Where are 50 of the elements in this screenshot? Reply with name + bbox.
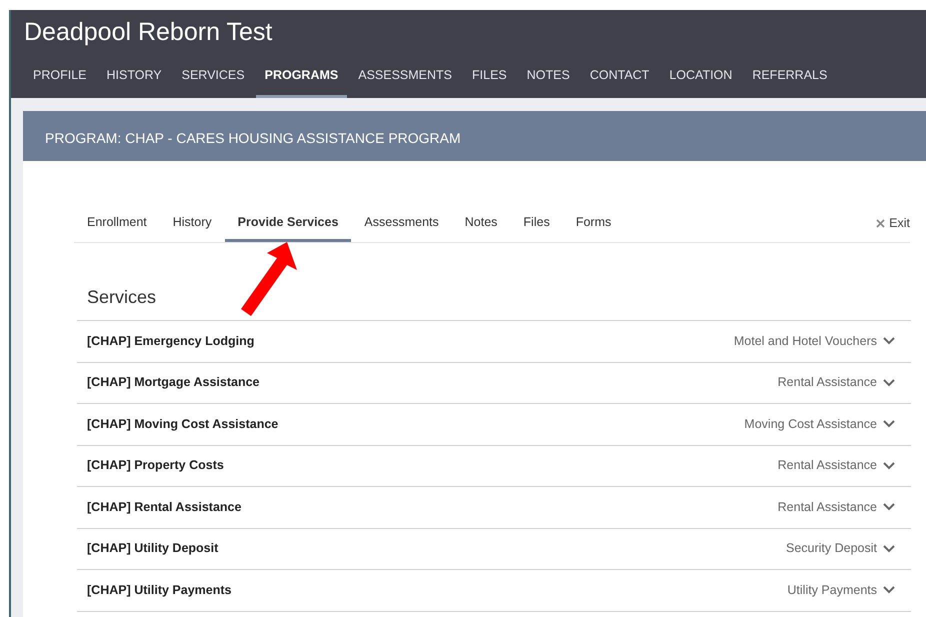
service-row[interactable]: [CHAP] Property Costs Rental Assistance — [77, 446, 911, 488]
program-tab[interactable]: Assessments — [351, 206, 452, 242]
program-tab[interactable]: Forms — [562, 206, 624, 242]
service-category: Motel and Hotel Vouchers — [734, 332, 877, 350]
exit-button[interactable]: Exit — [876, 208, 910, 242]
program-tab[interactable]: Files — [510, 206, 563, 242]
service-name: [CHAP] Property Costs — [87, 457, 224, 474]
program-tab[interactable]: History — [160, 206, 225, 242]
program-tab[interactable]: Enrollment — [74, 206, 160, 242]
chevron-down-icon[interactable] — [883, 420, 895, 428]
chevron-down-icon[interactable] — [883, 378, 895, 387]
nav-tab[interactable]: PROFILE — [24, 56, 96, 98]
nav-tab[interactable]: HISTORY — [98, 56, 171, 98]
client-name: Deadpool Reborn Test — [24, 17, 274, 48]
service-row[interactable]: [CHAP] Moving Cost Assistance Moving Cost Assistance — [77, 404, 911, 446]
section-heading: Services — [87, 286, 158, 308]
nav-tab[interactable]: ASSESSMENTS — [349, 56, 462, 98]
chevron-down-icon[interactable] — [883, 503, 895, 512]
chevron-down-icon[interactable] — [883, 586, 895, 594]
service-row[interactable]: [CHAP] Utility Deposit Security Deposit — [77, 528, 911, 570]
service-name: [CHAP] Rental Assistance — [87, 498, 242, 516]
service-row[interactable]: [CHAP] Utility Payments Utility Payments — [77, 570, 911, 612]
program-banner: PROGRAM: CHAP - CARES HOUSING ASSISTANCE PROGRAM — [23, 110, 926, 161]
chevron-down-icon[interactable] — [883, 462, 895, 470]
nav-tab[interactable]: REFERRALS — [743, 56, 836, 98]
chevron-down-icon[interactable] — [883, 544, 895, 553]
service-row[interactable]: [CHAP] Mortgage Assistance Rental Assistance — [77, 362, 911, 404]
close-icon — [876, 218, 886, 228]
nav-tab[interactable]: PROGRAMS — [256, 56, 348, 98]
service-category: Rental Assistance — [778, 498, 877, 516]
service-row[interactable]: [CHAP] Emergency Lodging Motel and Hotel Vouchers — [77, 321, 911, 363]
nav-tab[interactable]: CONTACT — [580, 56, 658, 98]
nav-tab[interactable]: LOCATION — [660, 56, 742, 98]
service-category: Rental Assistance — [778, 374, 877, 392]
service-name: [CHAP] Emergency Lodging — [87, 332, 254, 350]
service-name: [CHAP] Moving Cost Assistance — [87, 416, 278, 433]
service-category: Rental Assistance — [778, 457, 877, 474]
nav-tab[interactable]: NOTES — [518, 56, 579, 98]
chevron-down-icon[interactable] — [883, 337, 895, 346]
nav-tab[interactable]: FILES — [463, 56, 516, 98]
program-tab[interactable]: Notes — [452, 206, 510, 242]
service-name: [CHAP] Utility Deposit — [87, 540, 218, 558]
service-row[interactable]: [CHAP] Rental Assistance Rental Assistance — [77, 487, 911, 529]
service-name: [CHAP] Mortgage Assistance — [87, 374, 260, 392]
service-category: Security Deposit — [786, 540, 877, 558]
nav-tab[interactable]: SERVICES — [172, 56, 254, 98]
service-category: Moving Cost Assistance — [744, 416, 877, 433]
program-tab[interactable]: Provide Services — [224, 206, 352, 242]
service-category: Utility Payments — [787, 582, 877, 599]
service-name: [CHAP] Utility Payments — [87, 582, 232, 599]
